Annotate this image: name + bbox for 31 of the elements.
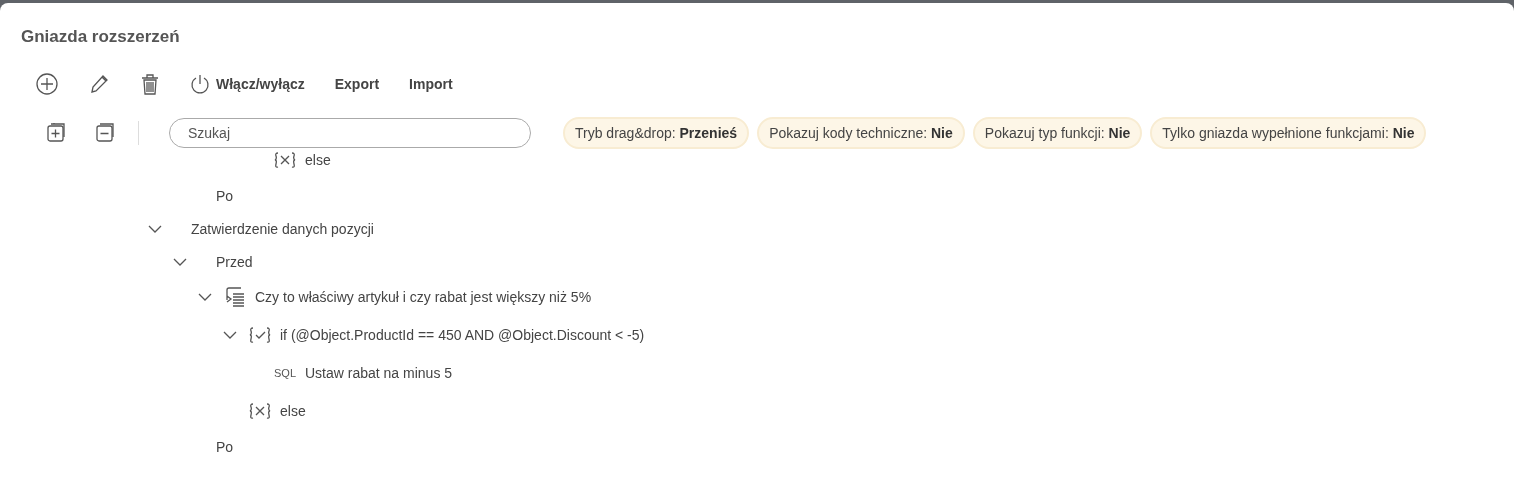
tree-item[interactable]: Po — [216, 187, 234, 204]
filter-chip[interactable]: Pokazuj kody techniczne: Nie — [757, 117, 965, 149]
toolbar-button[interactable]: Import — [403, 72, 459, 96]
tree-item[interactable]: Czy to właściwy artykuł i czy rabat jest większy niż 5% — [255, 289, 592, 305]
chevron-down-icon[interactable] — [147, 223, 163, 234]
tree-item[interactable]: Po — [216, 438, 234, 455]
tree-item[interactable]: Przed — [216, 253, 253, 270]
else-icon — [249, 403, 271, 419]
function-icon — [224, 287, 246, 307]
window-title: Gniazda rozszerzeń — [21, 27, 181, 47]
tree-item[interactable]: Zatwierdzenie danych pozycji — [191, 220, 374, 237]
else-icon — [274, 152, 296, 168]
chevron-down-icon[interactable] — [222, 330, 238, 340]
filter-chip[interactable]: Tryb drag&drop: Przenieś — [563, 117, 750, 149]
filter-chip[interactable]: Tylko gniazda wypełnione funkcjami: Nie — [1150, 117, 1427, 149]
power-icon — [190, 73, 210, 95]
tree-item[interactable]: else — [280, 403, 306, 419]
filter-chip[interactable]: Pokazuj typ funkcji: Nie — [972, 117, 1143, 149]
toggle-button[interactable]: Włącz/wyłącz — [184, 69, 311, 99]
add-icon — [36, 73, 58, 95]
chevron-down-icon[interactable] — [197, 292, 213, 302]
toolbar-button[interactable]: Export — [328, 72, 386, 96]
tree-item[interactable]: if (@Object.ProductId == 450 AND @Object.Discount < -5) — [280, 327, 645, 343]
condition-icon — [249, 327, 271, 343]
tree-item[interactable]: else — [305, 152, 331, 168]
chevron-down-icon[interactable] — [172, 256, 188, 267]
search-field[interactable]: Szukaj — [169, 118, 531, 148]
pencil-icon — [88, 73, 110, 95]
tree-item[interactable]: Ustaw rabat na minus 5 — [305, 365, 453, 381]
type-tag: SQL — [274, 367, 296, 379]
trash-icon — [140, 73, 160, 95]
